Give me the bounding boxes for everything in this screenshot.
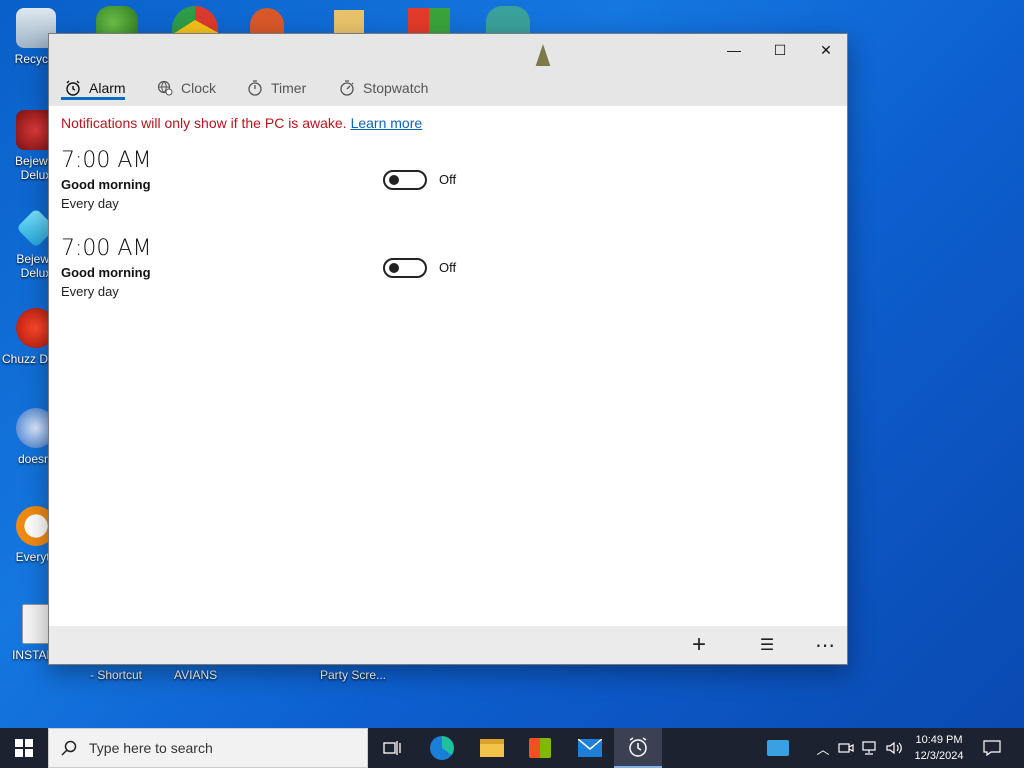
add-icon: + [691, 631, 706, 658]
alarm-repeat: Every day [61, 196, 119, 211]
more-options-button[interactable]: ⋯ [805, 630, 845, 660]
action-center-button[interactable] [978, 728, 1006, 768]
title-bar[interactable]: — ☐ ✕ [49, 34, 849, 74]
search-placeholder: Type here to search [89, 740, 213, 756]
more-icon: ⋯ [815, 634, 835, 657]
desktop-icon-app-store-box[interactable] [408, 8, 450, 34]
network-button[interactable] [860, 728, 882, 768]
tab-clock[interactable]: Clock [157, 74, 216, 102]
taskbar-search-box[interactable]: Type here to search [48, 728, 368, 768]
timer-icon [247, 80, 263, 96]
document-icon [22, 604, 50, 644]
start-button[interactable] [0, 728, 48, 768]
world-clock-icon [157, 80, 173, 96]
desktop-label-avians: AVIANS [174, 668, 218, 682]
task-view-icon [383, 741, 401, 755]
tab-bar: Alarm Clock Timer Stopwatch [49, 66, 847, 106]
store-icon [529, 738, 551, 758]
taskbar-file-explorer[interactable] [468, 728, 516, 768]
edge-icon [430, 736, 454, 760]
desktop-label-shortcut: - Shortcut [90, 668, 143, 682]
desktop-icon-app-paint[interactable] [334, 10, 364, 34]
active-tab-indicator [61, 97, 125, 100]
toggle-knob [389, 175, 399, 185]
taskbar-store[interactable] [516, 728, 564, 768]
notification-warning: Notifications will only show if the PC i… [61, 115, 422, 131]
volume-button[interactable] [884, 728, 904, 768]
notification-warning-text: Notifications will only show if the PC i… [61, 115, 347, 131]
desktop-icon-chrome[interactable] [172, 6, 218, 34]
desktop-icon-app-character[interactable] [486, 6, 530, 34]
alarm-clock-icon [629, 737, 647, 757]
tab-label: Stopwatch [363, 80, 429, 96]
alarm-icon [65, 80, 81, 96]
stopwatch-icon [339, 80, 355, 96]
tab-label: Timer [271, 80, 307, 96]
tab-stopwatch[interactable]: Stopwatch [339, 74, 428, 102]
select-list-icon: ☰ [759, 637, 775, 654]
meet-now-icon [767, 740, 789, 756]
search-icon [61, 740, 77, 756]
show-hidden-icons-button[interactable]: ︿ [814, 728, 832, 768]
taskbar-edge[interactable] [418, 728, 466, 768]
notification-icon [983, 740, 1001, 756]
close-button[interactable]: ✕ [803, 34, 849, 66]
alarm-item[interactable]: 7:00 AM Good morning Every day Off [61, 148, 761, 228]
mail-icon [578, 739, 602, 757]
maximize-button[interactable]: ☐ [757, 34, 803, 66]
alarm-toggle[interactable] [383, 258, 427, 278]
alarm-toggle-state: Off [439, 172, 457, 187]
tray-webcam-button[interactable] [836, 728, 856, 768]
speaker-icon [886, 741, 902, 755]
learn-more-link[interactable]: Learn more [351, 115, 423, 131]
desktop-label-party: Party Scre... [320, 668, 387, 682]
command-bar: + ☰ ⋯ [49, 626, 847, 664]
taskbar-mail[interactable] [566, 728, 614, 768]
network-icon [862, 741, 876, 755]
add-alarm-button[interactable]: + [679, 630, 719, 660]
chevron-up-icon: ︿ [816, 741, 830, 757]
task-view-button[interactable] [368, 728, 416, 768]
desktop-icon-app-red[interactable] [250, 8, 284, 34]
clock-time: 10:49 PM [915, 734, 963, 746]
toggle-knob [389, 263, 399, 273]
alarm-repeat: Every day [61, 284, 119, 299]
windows-logo-icon [15, 739, 33, 757]
tab-label: Clock [181, 80, 217, 96]
taskbar-alarms-clock[interactable] [614, 728, 662, 768]
minimize-button[interactable]: — [711, 34, 757, 66]
tab-timer[interactable]: Timer [247, 74, 306, 102]
taskbar: Type here to search ︿ 10:49 PM 12/3/2024 [0, 728, 1024, 768]
camera-icon [838, 743, 854, 753]
clock-date: 12/3/2024 [914, 750, 964, 762]
alarm-item[interactable]: 7:00 AM Good morning Every day Off [61, 236, 761, 316]
tray-app-icon[interactable] [764, 728, 792, 768]
alarm-toggle[interactable] [383, 170, 427, 190]
taskbar-clock[interactable]: 10:49 PM 12/3/2024 [908, 732, 970, 764]
alarm-toggle-state: Off [439, 260, 457, 275]
select-alarms-button[interactable]: ☰ [747, 630, 787, 660]
folder-icon [480, 739, 504, 757]
alarm-list-pane: Notifications will only show if the PC i… [49, 106, 847, 626]
desktop-icon-users[interactable] [96, 6, 138, 34]
tab-label: Alarm [89, 80, 126, 96]
alarms-clock-window: — ☐ ✕ Alarm Clock Timer Stopwatch Notifi… [48, 33, 848, 665]
